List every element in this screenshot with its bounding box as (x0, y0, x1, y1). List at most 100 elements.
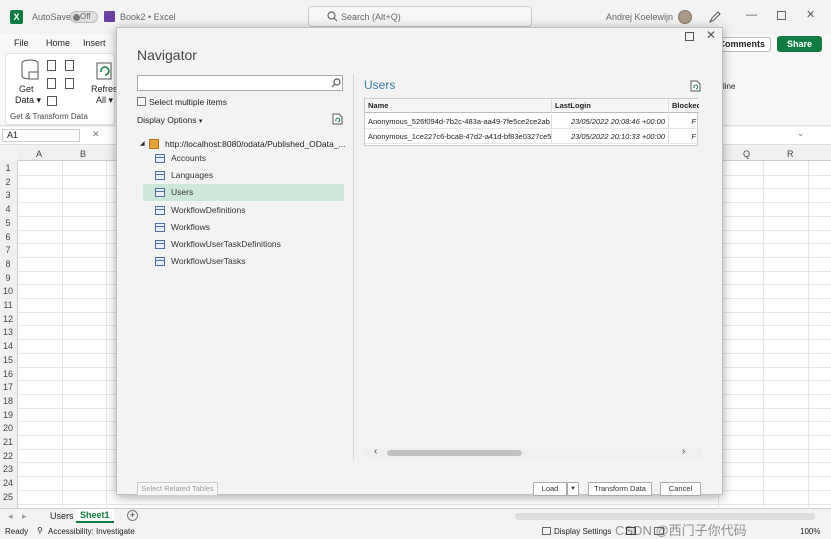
menu-insert[interactable]: Insert (83, 38, 106, 48)
cancel-icon[interactable]: ✕ (92, 129, 100, 140)
sheet-tab-sheet1[interactable]: Sheet1 (76, 509, 114, 523)
add-sheet-button[interactable]: + (127, 510, 138, 521)
share-button[interactable]: Share (777, 36, 822, 52)
row-header[interactable]: 12 (0, 314, 16, 324)
from-text-icon[interactable] (47, 60, 56, 71)
tree-item[interactable]: WorkflowUserTaskDefinitions (143, 236, 344, 253)
refresh-all-button[interactable]: All ▾ (96, 95, 113, 106)
preview-horizontal-scrollbar[interactable]: ‹ › (364, 446, 702, 459)
row-header[interactable]: 20 (0, 423, 16, 433)
avatar[interactable] (678, 10, 692, 24)
save-icon[interactable] (104, 11, 115, 22)
row-header[interactable]: 3 (0, 190, 16, 200)
prev-sheet-icon[interactable]: ◂ (8, 511, 13, 522)
row-header[interactable]: 16 (0, 369, 16, 379)
row-header[interactable]: 14 (0, 341, 16, 351)
existing-connections-icon[interactable] (47, 96, 57, 106)
row-header[interactable]: 24 (0, 478, 16, 488)
preview-title: Users (364, 78, 396, 92)
minimize-icon[interactable]: — (746, 9, 757, 21)
tree-item-label: WorkflowDefinitions (171, 204, 246, 215)
scrollbar-thumb[interactable] (387, 450, 522, 456)
expand-formula-icon[interactable]: ⌄ (797, 128, 805, 139)
close-icon[interactable]: ✕ (806, 8, 815, 21)
select-multiple-checkbox[interactable] (137, 97, 146, 106)
load-button[interactable]: Load (533, 482, 567, 496)
table-icon (155, 171, 165, 181)
search-icon[interactable] (331, 78, 341, 88)
horizontal-scrollbar[interactable] (515, 513, 815, 520)
select-related-tables-button[interactable]: Select Related Tables (137, 482, 218, 496)
zoom-level[interactable]: 100% (800, 527, 820, 536)
row-header[interactable]: 18 (0, 396, 16, 406)
get-data-button[interactable]: Data ▾ (15, 95, 41, 106)
get-data-label-1[interactable]: Get (19, 84, 34, 94)
row-header[interactable]: 25 (0, 492, 16, 502)
column-header[interactable]: Q (743, 149, 750, 159)
gridline (18, 503, 831, 505)
row-header[interactable]: 13 (0, 327, 16, 337)
row-header[interactable]: 8 (0, 259, 16, 269)
row-header[interactable]: 11 (0, 300, 16, 310)
load-options-dropdown[interactable]: ▼ (567, 482, 579, 496)
sheet-tab-users[interactable]: Users (50, 511, 74, 521)
row-header[interactable]: 10 (0, 286, 16, 296)
chevron-down-icon: ▼ (570, 486, 576, 492)
close-icon[interactable]: ✕ (706, 28, 716, 42)
recent-sources-icon[interactable] (65, 78, 74, 89)
database-icon (21, 59, 39, 80)
name-box[interactable]: A1 (2, 129, 80, 142)
row-header[interactable]: 21 (0, 437, 16, 447)
row-header[interactable]: 22 (0, 451, 16, 461)
maximize-icon[interactable] (685, 32, 694, 41)
next-sheet-icon[interactable]: ▸ (22, 511, 27, 522)
row-header[interactable]: 7 (0, 245, 16, 255)
column-header[interactable]: Blocked (669, 99, 699, 113)
row-header[interactable]: 1 (0, 163, 16, 173)
tree-item[interactable]: WorkflowDefinitions (143, 202, 344, 219)
tree-item[interactable]: WorkflowUserTasks (143, 253, 344, 270)
column-header[interactable]: LastLogin (552, 99, 669, 113)
tree-item[interactable]: Accounts (143, 150, 344, 167)
row-header[interactable]: 19 (0, 410, 16, 420)
autosave-toggle[interactable]: Off (70, 11, 98, 23)
navigator-search-input[interactable] (137, 75, 343, 91)
refresh-preview-icon[interactable] (690, 80, 701, 92)
menu-file[interactable]: File (14, 38, 29, 48)
menu-home[interactable]: Home (46, 38, 70, 48)
from-web-icon[interactable] (65, 60, 74, 71)
tree-item[interactable]: Workflows (143, 219, 344, 236)
row-header[interactable]: 4 (0, 204, 16, 214)
row-header[interactable]: 17 (0, 382, 16, 392)
row-header[interactable]: 9 (0, 273, 16, 283)
row-header[interactable]: 6 (0, 232, 16, 242)
column-header[interactable]: R (787, 149, 794, 159)
column-header[interactable]: A (36, 149, 42, 159)
row-header[interactable]: 15 (0, 355, 16, 365)
row-header[interactable]: 5 (0, 218, 16, 228)
accessibility-status[interactable]: Accessibility: Investigate (48, 527, 135, 536)
tree-item[interactable]: Users (143, 184, 344, 202)
cancel-button[interactable]: Cancel (660, 482, 701, 496)
row-header[interactable]: 23 (0, 464, 16, 474)
refresh-icon[interactable] (94, 60, 114, 82)
maximize-icon[interactable] (777, 11, 786, 20)
scroll-left-icon[interactable]: ‹ (374, 446, 377, 457)
tree-item[interactable]: Languages (143, 167, 344, 184)
transform-data-button[interactable]: Transform Data (588, 482, 652, 496)
refresh-icon[interactable] (332, 113, 343, 125)
display-options-button[interactable]: Display Options ▾ (137, 115, 202, 125)
column-header[interactable]: B (80, 149, 86, 159)
scroll-right-icon[interactable]: › (682, 446, 685, 457)
display-settings-button[interactable]: Display Settings (554, 527, 611, 536)
search-box[interactable]: Search (Alt+Q) (308, 6, 532, 27)
pane-splitter[interactable] (353, 74, 354, 460)
gridline (62, 161, 63, 508)
pen-icon[interactable] (708, 10, 722, 24)
watermark: CSDN @西门子你代码 (615, 523, 747, 538)
column-header[interactable]: Name (365, 99, 552, 113)
table-cell: Anonymous_526f094d-7b2c-483a-aa49-7fe5ce… (365, 115, 552, 129)
table-cell: F (669, 115, 699, 129)
from-table-icon[interactable] (47, 78, 56, 89)
row-header[interactable]: 2 (0, 177, 16, 187)
